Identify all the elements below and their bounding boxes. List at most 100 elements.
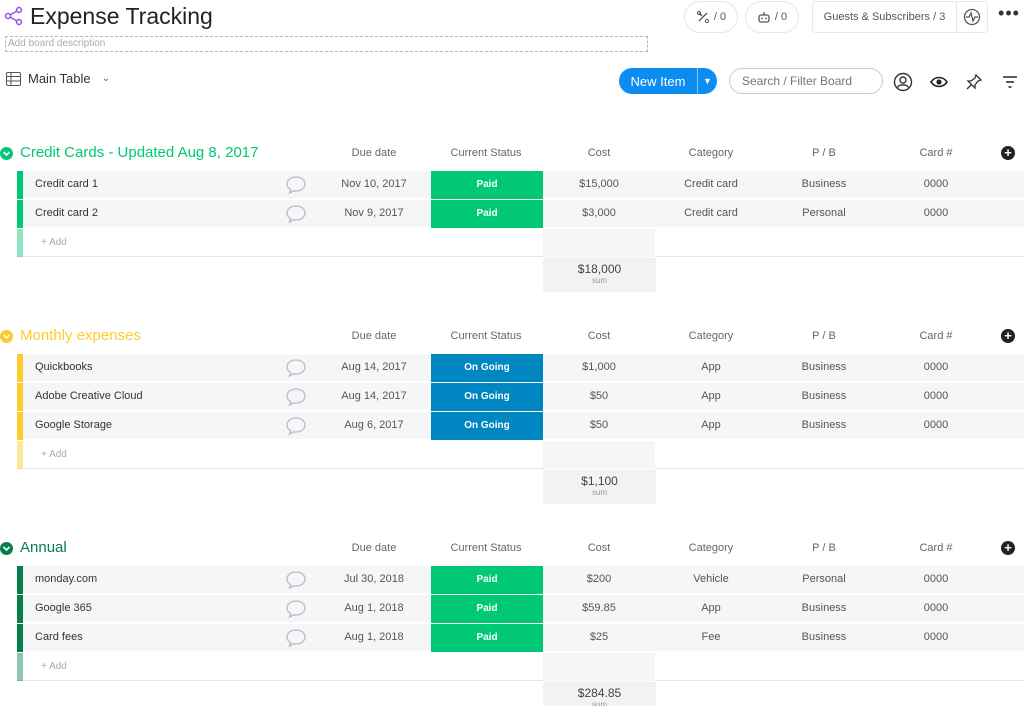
view-selector[interactable]: Main Table ⌄	[6, 71, 110, 86]
due-date-cell[interactable]: Aug 1, 2018	[330, 631, 418, 643]
person-filter-icon[interactable]	[893, 72, 913, 92]
chat-bubble-icon[interactable]	[285, 628, 307, 648]
cost-cell[interactable]: $50	[543, 390, 655, 402]
collapse-group-icon[interactable]	[0, 542, 13, 555]
chat-bubble-icon[interactable]	[285, 358, 307, 378]
column-header[interactable]: Due date	[330, 542, 418, 554]
due-date-cell[interactable]: Nov 9, 2017	[330, 207, 418, 219]
item-name[interactable]: Google Storage	[35, 419, 112, 431]
chat-bubble-icon[interactable]	[285, 175, 307, 195]
integrations-button[interactable]: / 0	[684, 1, 738, 33]
status-cell[interactable]: On Going	[431, 383, 543, 411]
status-cell[interactable]: On Going	[431, 412, 543, 440]
column-header[interactable]: Current Status	[430, 147, 542, 159]
table-row[interactable]: Google 365 Aug 1, 2018 Paid $59.85 App Busine…	[17, 595, 1024, 623]
cost-cell[interactable]: $50	[543, 419, 655, 431]
category-cell[interactable]: App	[655, 602, 767, 614]
status-cell[interactable]: Paid	[431, 171, 543, 199]
card-number-cell[interactable]: 0000	[880, 361, 992, 373]
card-number-cell[interactable]: 0000	[880, 419, 992, 431]
category-cell[interactable]: App	[655, 361, 767, 373]
item-name[interactable]: monday.com	[35, 573, 97, 585]
chevron-down-icon[interactable]: ▼	[697, 68, 717, 94]
cost-cell[interactable]: $15,000	[543, 178, 655, 190]
pb-cell[interactable]: Business	[768, 419, 880, 431]
collapse-group-icon[interactable]	[0, 330, 13, 343]
category-cell[interactable]: App	[655, 390, 767, 402]
search-input[interactable]	[729, 68, 883, 94]
pb-cell[interactable]: Personal	[768, 207, 880, 219]
category-cell[interactable]: App	[655, 419, 767, 431]
board-description-field[interactable]: Add board description	[5, 36, 648, 52]
table-row[interactable]: monday.com Jul 30, 2018 Paid $200 Vehicle Per…	[17, 566, 1024, 594]
more-options-icon[interactable]: •••	[998, 4, 1020, 24]
chat-bubble-icon[interactable]	[285, 416, 307, 436]
card-number-cell[interactable]: 0000	[880, 207, 992, 219]
add-item-row[interactable]: + Add	[17, 229, 1024, 257]
category-cell[interactable]: Credit card	[655, 178, 767, 190]
due-date-cell[interactable]: Aug 14, 2017	[330, 390, 418, 402]
category-cell[interactable]: Fee	[655, 631, 767, 643]
pb-cell[interactable]: Business	[768, 631, 880, 643]
add-column-icon[interactable]: +	[1001, 146, 1015, 160]
table-row[interactable]: Google Storage Aug 6, 2017 On Going $50 App B…	[17, 412, 1024, 440]
table-row[interactable]: Card fees Aug 1, 2018 Paid $25 Fee Business 00…	[17, 624, 1024, 652]
pb-cell[interactable]: Personal	[768, 573, 880, 585]
card-number-cell[interactable]: 0000	[880, 178, 992, 190]
table-row[interactable]: Credit card 1 Nov 10, 2017 Paid $15,000 Cred…	[17, 171, 1024, 199]
column-header[interactable]: Due date	[330, 147, 418, 159]
add-column-icon[interactable]: +	[1001, 541, 1015, 555]
category-cell[interactable]: Credit card	[655, 207, 767, 219]
pb-cell[interactable]: Business	[768, 361, 880, 373]
status-cell[interactable]: Paid	[431, 200, 543, 228]
eye-icon[interactable]	[929, 72, 949, 92]
category-cell[interactable]: Vehicle	[655, 573, 767, 585]
cost-cell[interactable]: $59.85	[543, 602, 655, 614]
chat-bubble-icon[interactable]	[285, 387, 307, 407]
due-date-cell[interactable]: Aug 6, 2017	[330, 419, 418, 431]
card-number-cell[interactable]: 0000	[880, 573, 992, 585]
group-title[interactable]: Credit Cards - Updated Aug 8, 2017	[20, 144, 258, 161]
column-header[interactable]: Current Status	[430, 542, 542, 554]
table-row[interactable]: Adobe Creative Cloud Aug 14, 2017 On Going…	[17, 383, 1024, 411]
add-column-icon[interactable]: +	[1001, 329, 1015, 343]
column-header[interactable]: Category	[655, 147, 767, 159]
cost-cell[interactable]: $3,000	[543, 207, 655, 219]
board-title[interactable]: Expense Tracking	[30, 3, 213, 30]
due-date-cell[interactable]: Aug 1, 2018	[330, 602, 418, 614]
automations-button[interactable]: / 0	[745, 1, 799, 33]
due-date-cell[interactable]: Jul 30, 2018	[330, 573, 418, 585]
pb-cell[interactable]: Business	[768, 178, 880, 190]
card-number-cell[interactable]: 0000	[880, 602, 992, 614]
item-name[interactable]: Credit card 2	[35, 207, 98, 219]
new-item-button[interactable]: New Item ▼	[619, 68, 717, 94]
activity-button[interactable]	[956, 1, 988, 33]
column-header[interactable]: Cost	[543, 147, 655, 159]
column-header[interactable]: Card #	[880, 147, 992, 159]
filter-icon[interactable]	[1000, 72, 1020, 92]
chat-bubble-icon[interactable]	[285, 204, 307, 224]
item-name[interactable]: Credit card 1	[35, 178, 98, 190]
cost-cell[interactable]: $25	[543, 631, 655, 643]
item-name[interactable]: Card fees	[35, 631, 83, 643]
card-number-cell[interactable]: 0000	[880, 390, 992, 402]
chat-bubble-icon[interactable]	[285, 570, 307, 590]
guests-subscribers-button[interactable]: Guests & Subscribers / 3	[812, 1, 956, 33]
column-header[interactable]: Card #	[880, 330, 992, 342]
due-date-cell[interactable]: Aug 14, 2017	[330, 361, 418, 373]
share-icon[interactable]	[4, 6, 24, 26]
table-row[interactable]: Credit card 2 Nov 9, 2017 Paid $3,000 Credit…	[17, 200, 1024, 228]
cost-cell[interactable]: $1,000	[543, 361, 655, 373]
column-header[interactable]: P / B	[768, 542, 880, 554]
chat-bubble-icon[interactable]	[285, 599, 307, 619]
collapse-group-icon[interactable]	[0, 147, 13, 160]
pb-cell[interactable]: Business	[768, 602, 880, 614]
status-cell[interactable]: Paid	[431, 624, 543, 652]
group-title[interactable]: Monthly expenses	[20, 327, 141, 344]
add-item-row[interactable]: + Add	[17, 653, 1024, 681]
column-header[interactable]: Cost	[543, 330, 655, 342]
add-item-row[interactable]: + Add	[17, 441, 1024, 469]
column-header[interactable]: Due date	[330, 330, 418, 342]
status-cell[interactable]: Paid	[431, 595, 543, 623]
due-date-cell[interactable]: Nov 10, 2017	[330, 178, 418, 190]
